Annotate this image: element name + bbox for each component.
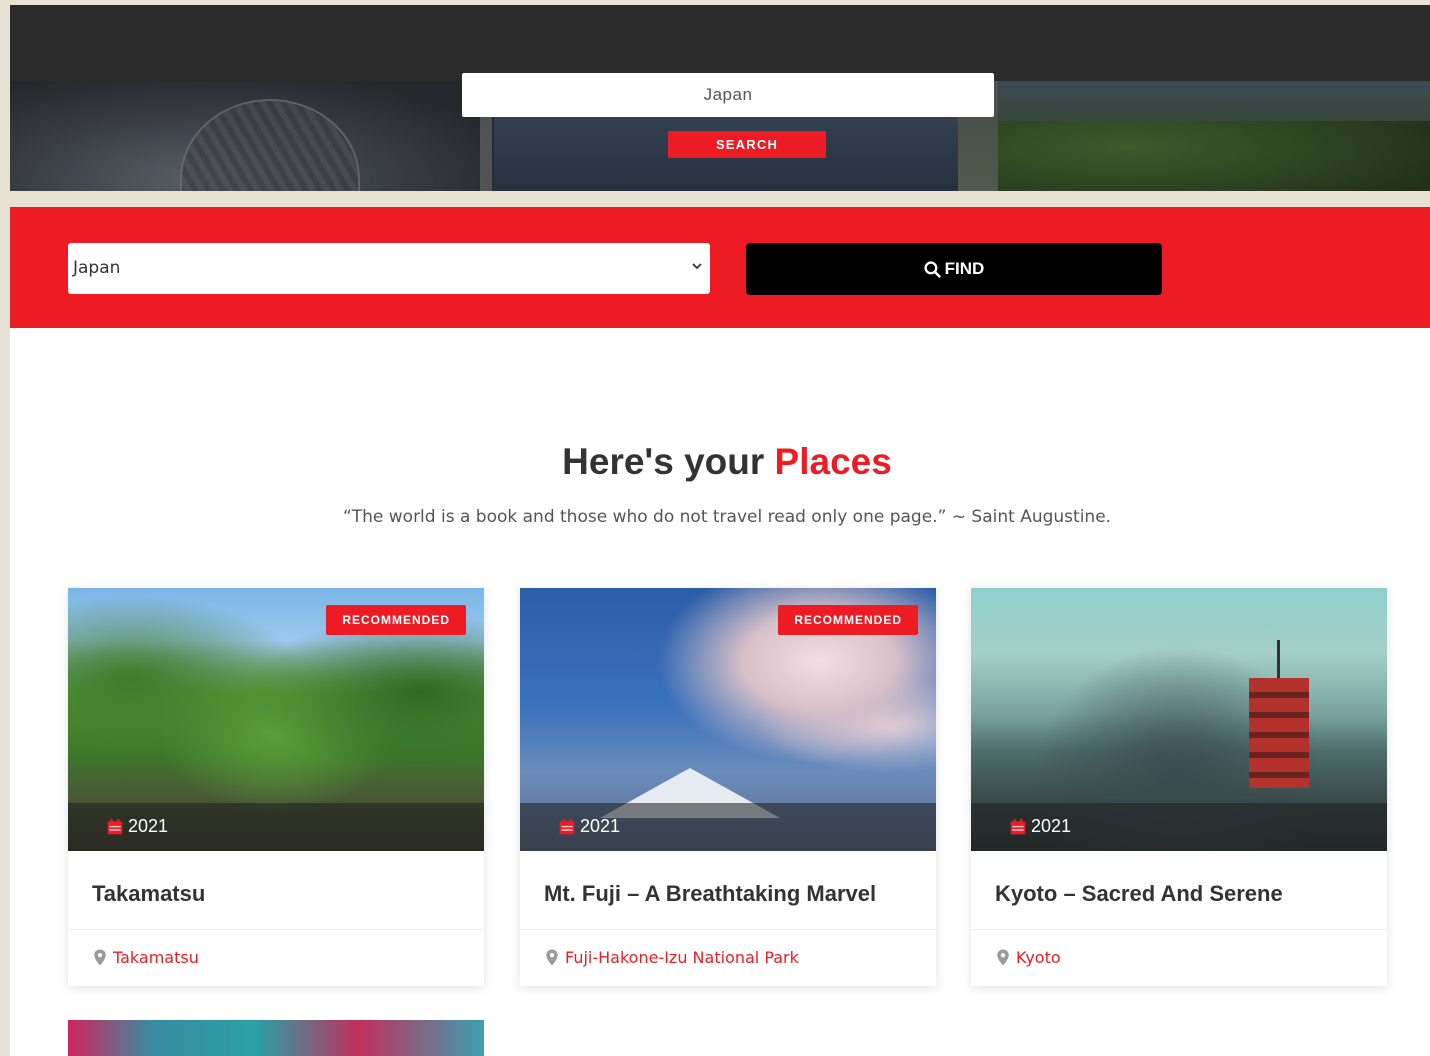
place-card-year: 2021 xyxy=(558,816,620,837)
search-icon xyxy=(924,260,941,278)
chevron-down-icon xyxy=(692,263,702,270)
pagoda-spire xyxy=(1277,640,1280,680)
hero-sky xyxy=(998,81,1430,121)
recommended-badge: RECOMMENDED xyxy=(326,605,466,635)
calendar-icon xyxy=(559,818,575,834)
location-text: Takamatsu xyxy=(113,948,199,967)
place-card-title[interactable]: Takamatsu xyxy=(92,881,205,907)
place-card-location[interactable]: Takamatsu xyxy=(93,948,199,967)
find-button-label: FIND xyxy=(944,259,985,278)
place-card-location[interactable]: Fuji-Hakone-Izu National Park xyxy=(545,948,799,967)
place-card-image[interactable]: RECOMMENDED 2021 xyxy=(520,588,936,851)
location-text: Fuji-Hakone-Izu National Park xyxy=(565,948,799,967)
divider xyxy=(68,929,484,930)
find-button[interactable]: FIND xyxy=(746,243,1162,295)
year-text: 2021 xyxy=(1031,816,1072,836)
section-title: Here's your Places xyxy=(10,441,1430,483)
location-text: Kyoto xyxy=(1016,948,1061,967)
pagoda-shape xyxy=(1249,678,1309,788)
hero-image-dome xyxy=(10,81,494,191)
filter-bar: Japan FIND xyxy=(10,207,1430,328)
place-card-image[interactable]: RECOMMENDED 2021 xyxy=(68,588,484,851)
year-text: 2021 xyxy=(580,816,621,836)
divider xyxy=(520,929,936,930)
place-card-kyoto[interactable]: 2021 Kyoto – Sacred And Serene Kyoto xyxy=(971,588,1387,986)
map-marker-icon xyxy=(997,949,1009,966)
calendar-icon xyxy=(1010,818,1026,834)
place-card-location[interactable]: Kyoto xyxy=(996,948,1061,967)
section-quote: “The world is a book and those who do no… xyxy=(342,507,1112,527)
place-card-title[interactable]: Mt. Fuji – A Breathtaking Marvel xyxy=(544,881,876,907)
divider xyxy=(971,929,1387,930)
section-title-accent: Places xyxy=(774,441,892,482)
place-card-takamatsu[interactable]: RECOMMENDED 2021 Takamatsu Takamatsu xyxy=(68,588,484,986)
place-card-year: 2021 xyxy=(1009,816,1071,837)
places-section: Here's your Places “The world is a book … xyxy=(10,328,1430,1056)
dome-shape xyxy=(180,99,360,191)
hero-banner: SEARCH xyxy=(10,5,1430,191)
map-marker-icon xyxy=(546,949,558,966)
hero-image-forest xyxy=(998,81,1430,191)
country-select-value: Japan xyxy=(73,258,121,278)
place-card-mt-fuji[interactable]: RECOMMENDED 2021 Mt. Fuji – A Breathtaki… xyxy=(520,588,936,986)
place-card-partial[interactable] xyxy=(68,1020,484,1056)
map-marker-icon xyxy=(94,949,106,966)
place-card-image[interactable]: 2021 xyxy=(971,588,1387,851)
country-select[interactable]: Japan xyxy=(68,243,710,294)
year-text: 2021 xyxy=(128,816,169,836)
place-card-year: 2021 xyxy=(106,816,168,837)
place-card-title[interactable]: Kyoto – Sacred And Serene xyxy=(995,881,1283,907)
calendar-icon xyxy=(107,818,123,834)
hero-search-button[interactable]: SEARCH xyxy=(668,131,826,158)
hero-search-input[interactable] xyxy=(462,73,994,117)
recommended-badge: RECOMMENDED xyxy=(778,605,918,635)
section-title-prefix: Here's your xyxy=(562,441,765,482)
